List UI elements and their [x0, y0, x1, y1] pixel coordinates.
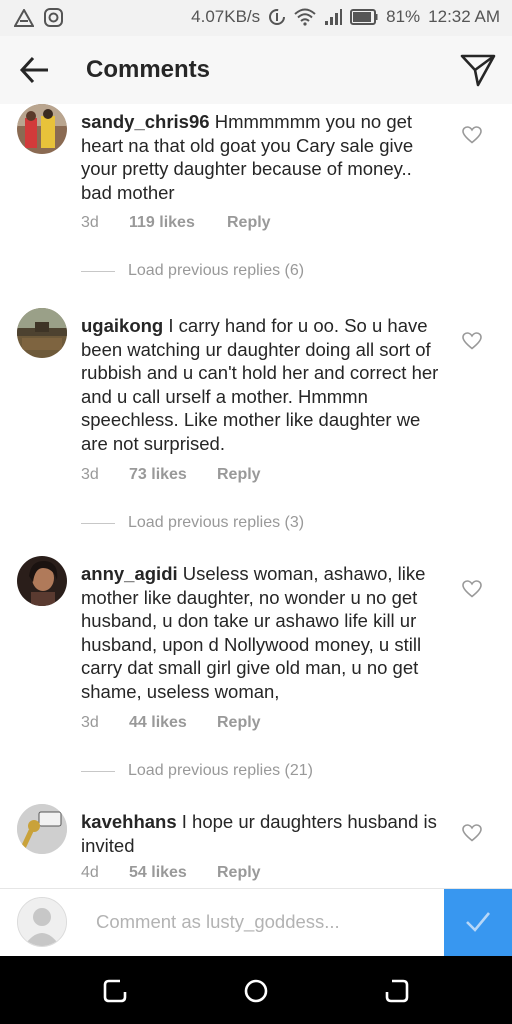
clock: 12:32 AM — [428, 7, 500, 26]
comment-username[interactable]: anny_agidi — [81, 563, 178, 584]
comment-likes[interactable]: 44 likes — [129, 714, 217, 732]
default-user-icon — [18, 898, 66, 946]
reply-button[interactable]: Reply — [217, 466, 261, 484]
network-speed: 4.07KB/s — [191, 7, 261, 26]
avatar[interactable] — [17, 104, 67, 154]
comment-text: ugaikong I carry hand for u oo. So u hav… — [81, 314, 446, 455]
app-header: Comments — [0, 36, 512, 104]
data-saver-icon — [269, 9, 286, 25]
home-icon[interactable] — [243, 978, 269, 1004]
load-previous-replies[interactable]: Load previous replies (21) — [81, 762, 313, 780]
wifi-icon — [294, 8, 316, 26]
comment-meta: 3d 44 likes Reply — [81, 714, 261, 732]
comment-text: anny_agidi Useless woman, ashawo, like m… — [81, 562, 446, 703]
load-replies-label: Load previous replies (6) — [128, 262, 305, 279]
recent-apps-icon[interactable] — [102, 978, 128, 1004]
comment-meta: 3d 119 likes Reply — [81, 214, 271, 232]
load-replies-label: Load previous replies (21) — [128, 762, 313, 779]
warning-triangle-icon — [14, 8, 34, 27]
avatar[interactable] — [17, 556, 67, 606]
load-previous-replies[interactable]: Load previous replies (3) — [81, 514, 304, 532]
comment-time: 3d — [81, 466, 99, 483]
comment-text: kavehhans I hope ur daughters husband is… — [81, 810, 446, 857]
comment-input[interactable] — [96, 907, 426, 937]
signal-icon — [325, 9, 343, 25]
divider-line — [81, 522, 115, 524]
instagram-icon — [44, 8, 63, 27]
post-comment-button[interactable] — [444, 889, 512, 956]
page-title: Comments — [86, 56, 211, 83]
comment-likes[interactable]: 119 likes — [129, 214, 227, 232]
heart-icon[interactable] — [462, 126, 482, 144]
heart-icon[interactable] — [462, 332, 482, 350]
comment-username[interactable]: ugaikong — [81, 315, 163, 336]
comment-text: sandy_chris96 Hmmmmmm you no get heart n… — [81, 110, 446, 204]
load-previous-replies[interactable]: Load previous replies (6) — [81, 262, 304, 280]
back-arrow-icon[interactable] — [18, 54, 52, 86]
battery-percent: 81% — [386, 7, 421, 26]
divider-line — [81, 770, 115, 772]
comment-likes[interactable]: 73 likes — [129, 466, 217, 484]
comment-username[interactable]: kavehhans — [81, 811, 177, 832]
battery-icon — [350, 9, 378, 25]
avatar[interactable] — [17, 804, 67, 854]
comment-composer — [0, 888, 512, 956]
load-replies-label: Load previous replies (3) — [128, 514, 305, 531]
reply-button[interactable]: Reply — [217, 714, 261, 732]
comment-time: 3d — [81, 214, 99, 231]
heart-icon[interactable] — [462, 824, 482, 842]
reply-button[interactable]: Reply — [217, 864, 261, 882]
comment-time: 4d — [81, 864, 99, 881]
comment-time: 3d — [81, 714, 99, 731]
reply-button[interactable]: Reply — [227, 214, 271, 232]
comment-meta: 4d 54 likes Reply — [81, 864, 261, 882]
comments-list[interactable]: sandy_chris96 Hmmmmmm you no get heart n… — [0, 104, 512, 888]
divider-line — [81, 270, 115, 272]
direct-send-icon[interactable] — [460, 52, 496, 88]
system-nav-bar — [0, 956, 512, 1024]
back-nav-icon[interactable] — [384, 978, 410, 1004]
my-avatar — [17, 897, 67, 947]
comment-likes[interactable]: 54 likes — [129, 864, 217, 882]
avatar[interactable] — [17, 308, 67, 358]
comment-username[interactable]: sandy_chris96 — [81, 111, 210, 132]
checkmark-icon — [466, 912, 491, 932]
status-bar: 4.07KB/s 81% 12:32 AM — [0, 0, 512, 36]
heart-icon[interactable] — [462, 580, 482, 598]
comment-meta: 3d 73 likes Reply — [81, 466, 261, 484]
